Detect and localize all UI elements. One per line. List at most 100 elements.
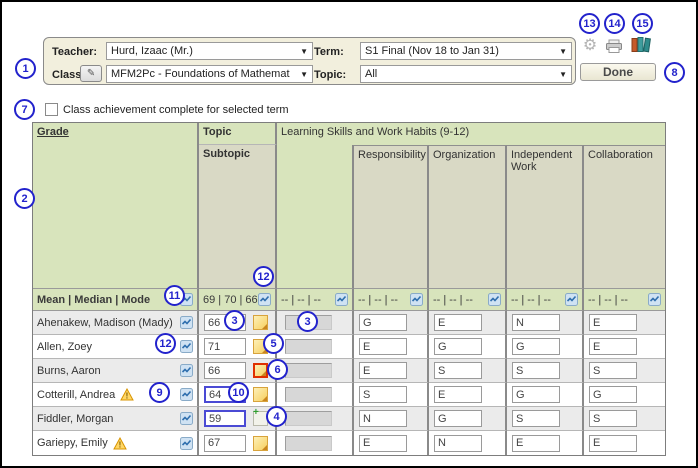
subtopic-achievement-cell [277,407,354,431]
achievement-chart-icon[interactable] [648,293,661,306]
skill-header-collaboration: Collaboration [584,145,665,289]
learning-skills-group-header: Learning Skills and Work Habits (9-12) [277,123,665,145]
grade-cell [199,359,277,383]
skill-header-independent-work: Independent Work [507,145,584,289]
student-name: Fiddler, Morgan [37,413,113,425]
books-icon[interactable] [630,36,652,53]
grade-input[interactable] [204,410,246,427]
skill-cell [507,335,584,359]
class-achievement-checkbox[interactable] [45,103,58,116]
skill-input[interactable] [512,362,560,379]
grade-column-header: Grade [33,123,199,289]
summary-no-data: -- | -- | -- [588,294,628,306]
achievement-chart-icon[interactable] [180,364,193,377]
edit-class-button[interactable]: ✎ [80,65,102,82]
term-select[interactable]: S1 Final (Nov 18 to Jan 31) ▼ [360,42,572,60]
skill-input[interactable] [512,338,560,355]
svg-text:!: ! [126,392,129,401]
skill-input[interactable] [434,386,482,403]
disabled-achievement-field [285,387,332,402]
callout-4: 4 [266,406,287,427]
skill-cell [354,359,429,383]
note-icon[interactable] [253,315,268,330]
callout-12: 12 [253,266,274,287]
callout-6: 6 [267,359,288,380]
achievement-chart-icon[interactable] [180,388,193,401]
skill-input[interactable] [434,362,482,379]
callout-15: 15 [632,13,653,34]
term-label: Term: [314,46,344,58]
class-select[interactable]: MFM2Pc - Foundations of Mathemat ▼ [106,65,313,83]
grade-input[interactable] [204,435,246,452]
achievement-chart-icon[interactable] [180,412,193,425]
topic-select-value: All [365,68,377,80]
gear-icon[interactable]: ⚙ [579,37,601,54]
note-alert-icon[interactable] [253,363,268,378]
student-name: Cotterill, Andrea [37,389,115,401]
gradebook-screen: Teacher: Hurd, Izaac (Mr.) ▼ Term: S1 Fi… [0,0,698,468]
chevron-down-icon: ▼ [556,47,567,56]
skill-input[interactable] [359,338,407,355]
skill-cell [429,383,507,407]
skill-input[interactable] [359,386,407,403]
done-button[interactable]: Done [580,63,656,81]
callout-1: 1 [15,58,36,79]
achievement-chart-icon[interactable] [180,437,193,450]
summary-no-data: -- | -- | -- [358,294,398,306]
class-achievement-checkbox-label: Class achievement complete for selected … [63,104,289,116]
note-icon[interactable] [253,436,268,451]
skill-input[interactable] [589,386,637,403]
skill-input[interactable] [589,338,637,355]
subtopic-achievement-cell [277,335,354,359]
skill-input[interactable] [359,362,407,379]
summary-no-data: -- | -- | -- [281,294,321,306]
skill-input[interactable] [589,362,637,379]
skill-input[interactable] [589,410,637,427]
student-name-cell: Fiddler, Morgan [33,407,199,431]
callout-13: 13 [579,13,600,34]
achievement-chart-icon[interactable] [180,316,193,329]
skill-input[interactable] [434,338,482,355]
note-icon[interactable] [253,387,268,402]
achievement-chart-icon[interactable] [335,293,348,306]
skill-input[interactable] [434,410,482,427]
topic-select[interactable]: All ▼ [360,65,572,83]
achievement-chart-icon[interactable] [180,340,193,353]
teacher-select[interactable]: Hurd, Izaac (Mr.) ▼ [106,42,313,60]
achievement-chart-icon[interactable] [565,293,578,306]
disabled-achievement-field [285,339,332,354]
skill-input[interactable] [589,314,637,331]
skill-input[interactable] [434,314,482,331]
skill-cell [584,335,665,359]
grade-cell [199,407,277,431]
skill-input[interactable] [512,410,560,427]
subtopic-achievement-column [277,145,354,289]
subtopic-achievement-cell [277,359,354,383]
achievement-chart-icon[interactable] [410,293,423,306]
student-name: Burns, Aaron [37,365,101,377]
skill-cell [507,431,584,455]
skill-cell [584,407,665,431]
student-name-cell: Gariepy, Emily ! [33,431,199,455]
skill-input[interactable] [359,314,407,331]
skill-input[interactable] [512,314,560,331]
skill-cell [584,311,665,335]
skill-cell [429,335,507,359]
summary-grade-value: 69 | 70 | 66 [203,294,258,306]
printer-icon[interactable] [603,38,625,55]
grade-input[interactable] [204,362,246,379]
summary-subtopic-cell: -- | -- | -- [277,289,354,311]
skill-input[interactable] [512,435,560,452]
skill-input[interactable] [359,435,407,452]
skill-input[interactable] [512,386,560,403]
skill-input[interactable] [359,410,407,427]
skill-input[interactable] [589,435,637,452]
achievement-chart-icon[interactable] [258,293,271,306]
grade-sort-link[interactable]: Grade [37,126,69,138]
chevron-down-icon: ▼ [297,70,308,79]
skill-input[interactable] [434,435,482,452]
grade-input[interactable] [204,338,246,355]
summary-organization-cell: -- | -- | -- [429,289,507,311]
callout-3: 3 [224,310,245,331]
achievement-chart-icon[interactable] [488,293,501,306]
